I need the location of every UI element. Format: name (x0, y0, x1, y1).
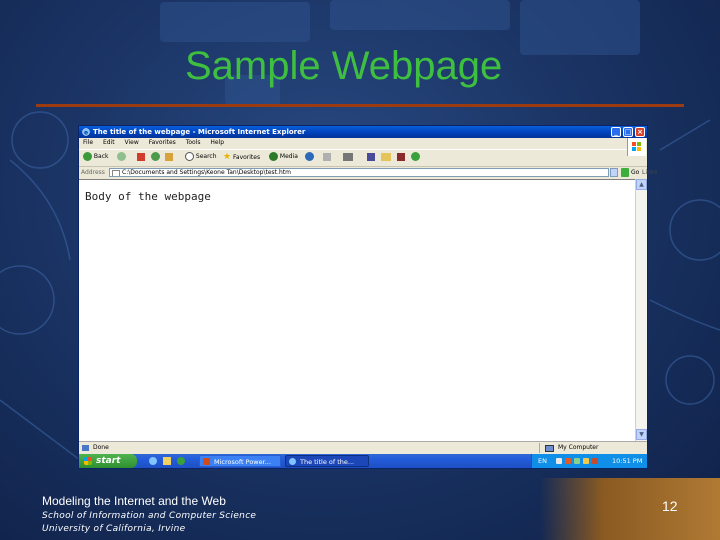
windows-taskbar: start Microsoft Power... The title of th… (79, 454, 647, 468)
status-divider (539, 443, 540, 453)
home-icon (165, 152, 173, 161)
address-dropdown-button[interactable] (610, 168, 618, 177)
menu-view[interactable]: View (125, 138, 139, 147)
tray-clock: 10:51 PM (612, 457, 643, 465)
search-button[interactable]: Search (185, 152, 217, 162)
windows-logo-icon (627, 138, 646, 156)
links-button[interactable]: Links (642, 169, 657, 176)
messenger-button[interactable] (411, 152, 420, 162)
stop-icon (137, 152, 145, 161)
my-computer-icon (545, 445, 554, 452)
tray-update-icon[interactable] (592, 458, 598, 464)
body-text: Body of the webpage (85, 190, 211, 203)
page-done-icon (82, 445, 89, 451)
address-bar: Address C:\Documents and Settings\Keone … (79, 166, 657, 179)
powerpoint-icon (203, 458, 210, 465)
tray-messenger-icon[interactable] (583, 458, 589, 464)
folder-icon (381, 152, 391, 161)
address-value: C:\Documents and Settings\Keone Tan\Desk… (122, 169, 291, 176)
maximize-button[interactable]: □ (623, 127, 633, 137)
favorites-icon: ★ (223, 152, 232, 162)
title-rule (36, 104, 684, 107)
go-arrow-icon[interactable] (621, 168, 629, 177)
browser-window: e The title of the webpage - Microsoft I… (78, 125, 657, 469)
tray-security-icon[interactable] (565, 458, 571, 464)
slide-number: 12 (662, 498, 678, 514)
security-zone: My Computer (558, 444, 599, 451)
edit-button[interactable] (367, 152, 375, 162)
mail-icon (323, 152, 331, 161)
close-button[interactable]: × (635, 127, 645, 137)
address-input[interactable]: C:\Documents and Settings\Keone Tan\Desk… (109, 168, 609, 177)
edit-icon (367, 152, 375, 161)
scroll-down-icon[interactable]: ▼ (636, 429, 647, 440)
minimize-button[interactable]: _ (611, 127, 621, 137)
standard-toolbar: Back Search ★ Favorites Media (79, 149, 627, 164)
back-label: Back (93, 153, 109, 160)
status-bar: Done My Computer (79, 441, 647, 454)
system-tray: EN 10:51 PM (531, 454, 647, 468)
refresh-button[interactable] (151, 152, 160, 162)
task-powerpoint[interactable]: Microsoft Power... (199, 455, 281, 467)
back-icon (83, 152, 92, 161)
print-button[interactable] (343, 152, 353, 162)
menu-help[interactable]: Help (210, 138, 224, 147)
quicklaunch-ie-icon[interactable] (149, 457, 157, 465)
search-label: Search (195, 153, 217, 160)
page-icon (112, 170, 120, 176)
ie-icon: e (82, 128, 90, 136)
menu-favorites[interactable]: Favorites (149, 138, 176, 147)
footer-accent-bar (540, 478, 720, 540)
media-icon (269, 152, 278, 161)
page-content: Body of the webpage (79, 179, 635, 442)
windows-flag-icon (84, 457, 92, 465)
favorites-button[interactable]: ★ Favorites (223, 152, 260, 162)
task-internet-explorer[interactable]: The title of the... (285, 455, 369, 467)
task-ie-label: The title of the... (300, 458, 355, 466)
tray-network-icon[interactable] (556, 458, 562, 464)
folder-button[interactable] (381, 152, 391, 162)
scroll-up-icon[interactable]: ▲ (636, 179, 647, 190)
search-icon (185, 152, 194, 161)
task-ie-icon (289, 458, 296, 465)
history-button[interactable] (305, 152, 314, 162)
menu-tools[interactable]: Tools (186, 138, 201, 147)
language-indicator[interactable]: EN (538, 454, 547, 468)
status-text: Done (93, 444, 109, 451)
stop-button[interactable] (137, 152, 145, 162)
print-icon (343, 152, 353, 161)
go-button[interactable]: Go (631, 169, 639, 176)
task-powerpoint-label: Microsoft Power... (214, 458, 271, 466)
research-icon (397, 152, 405, 161)
tray-volume-icon[interactable] (574, 458, 580, 464)
forward-button[interactable] (117, 152, 126, 162)
menu-file[interactable]: File (83, 138, 93, 147)
messenger-icon (411, 152, 420, 161)
start-label: start (96, 456, 121, 466)
refresh-icon (151, 152, 160, 161)
forward-icon (117, 152, 126, 161)
quicklaunch-desktop-icon[interactable] (163, 457, 171, 465)
back-button[interactable]: Back (83, 152, 109, 162)
home-button[interactable] (165, 152, 173, 162)
svg-text:e: e (84, 130, 88, 137)
footer-university: University of California, Irvine (42, 524, 186, 534)
browser-titlebar[interactable]: e The title of the webpage - Microsoft I… (79, 126, 647, 138)
favorites-label: Favorites (233, 154, 261, 161)
menu-edit[interactable]: Edit (103, 138, 115, 147)
slide-title: Sample Webpage (185, 44, 503, 88)
history-icon (305, 152, 314, 161)
media-label: Media (279, 153, 298, 160)
address-label: Address (81, 169, 105, 176)
mail-button[interactable] (323, 152, 331, 162)
quicklaunch-media-icon[interactable] (177, 457, 185, 465)
media-button[interactable]: Media (269, 152, 298, 162)
start-button[interactable]: start (79, 454, 137, 468)
window-title: The title of the webpage - Microsoft Int… (93, 128, 306, 136)
vertical-scrollbar[interactable]: ▲ ▼ (635, 179, 647, 441)
research-button[interactable] (397, 152, 405, 162)
menu-bar: File Edit View Favorites Tools Help (79, 138, 627, 147)
footer-school: School of Information and Computer Scien… (42, 511, 257, 521)
footer-course-title: Modeling the Internet and the Web (42, 494, 226, 508)
